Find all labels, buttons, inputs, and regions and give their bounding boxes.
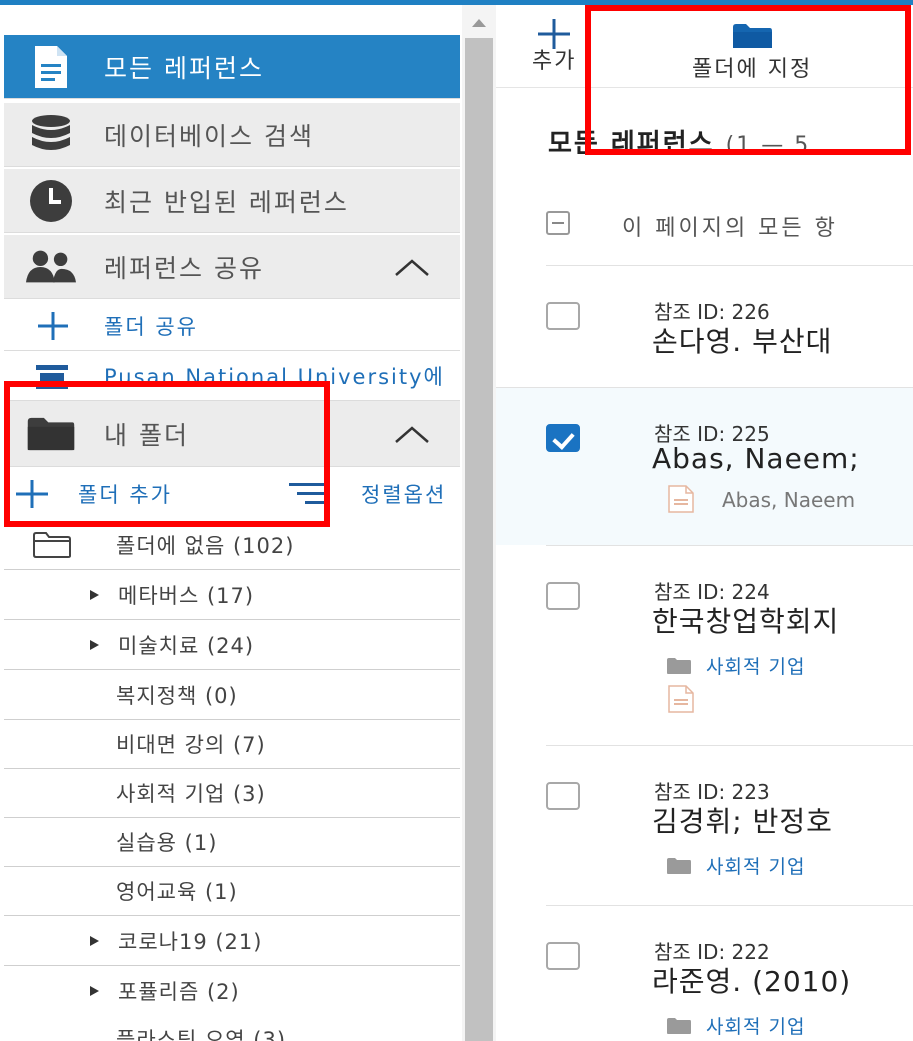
reference-checkbox[interactable] <box>546 424 582 452</box>
reference-item[interactable]: 참조 ID: 226 손다영. 부산대 <box>546 265 913 387</box>
folder-label: 포퓰리즘 (2) <box>118 980 240 1004</box>
folder-item[interactable]: 메타버스 (17) <box>4 571 460 620</box>
checkbox-empty-icon <box>546 782 580 810</box>
nav-share-references[interactable]: 레퍼런스 공유 <box>4 235 460 299</box>
nav-database-search[interactable]: 데이터베이스 검색 <box>4 103 460 167</box>
main-panel: 추가 폴더에 지정 모든 레퍼런스 (1 — 5 이 페이지의 모든 항 참조 … <box>496 5 913 1041</box>
reference-item[interactable]: 참조 ID: 224 한국창업학회지 사회적 기업 <box>546 545 913 745</box>
reference-checkbox[interactable] <box>546 582 582 610</box>
reference-title[interactable]: Abas, Naeem; <box>652 442 860 475</box>
clock-icon <box>26 176 76 226</box>
folder-label: 미술치료 (24) <box>118 634 255 658</box>
folder-item[interactable]: 미술치료 (24) <box>4 621 460 670</box>
checkbox-empty-icon <box>546 582 580 610</box>
expand-triangle-icon[interactable] <box>90 986 99 996</box>
reference-title[interactable]: 손다영. 부산대 <box>652 320 832 360</box>
folder-outline-icon <box>33 532 71 558</box>
folder-icon <box>667 1017 691 1034</box>
nav-label: 레퍼런스 공유 <box>104 253 264 283</box>
scrollbar-thumb[interactable] <box>465 38 493 1041</box>
chevron-up-icon[interactable] <box>394 257 430 277</box>
folder-item[interactable]: 코로나19 (21) <box>4 917 460 966</box>
folder-tag-label: 사회적 기업 <box>706 856 806 878</box>
folder-label: 코로나19 (21) <box>118 930 263 954</box>
folder-label: 폴더에 없음 (102) <box>116 534 295 558</box>
reference-item[interactable]: 참조 ID: 223 김경휘; 반정호 사회적 기업 <box>546 745 913 905</box>
expand-triangle-icon[interactable] <box>90 936 99 946</box>
nav-recent-imports[interactable]: 최근 반입된 레퍼런스 <box>4 169 460 233</box>
folder-label: 영어교육 (1) <box>116 880 238 904</box>
folder-item[interactable]: 복지정책 (0) <box>4 671 460 720</box>
folder-icon <box>667 657 691 674</box>
folder-item[interactable]: 비대면 강의 (7) <box>4 720 460 769</box>
sort-options-label: 정렬옵션 <box>361 483 447 507</box>
reference-title[interactable]: 김경휘; 반정호 <box>652 800 833 840</box>
reference-folder-tag[interactable]: 사회적 기업 <box>666 652 805 679</box>
folder-item[interactable]: 사회적 기업 (3) <box>4 769 460 818</box>
nav-label: 최근 반입된 레퍼런스 <box>104 187 349 217</box>
folder-item[interactable]: 실습용 (1) <box>4 818 460 867</box>
reference-item[interactable]: 참조 ID: 225 Abas, Naeem; Abas, Naeem <box>496 387 913 545</box>
checkbox-empty-icon <box>546 942 580 970</box>
reference-title[interactable]: 라준영. (2010) <box>652 960 851 1000</box>
chevron-up-icon[interactable] <box>394 424 430 444</box>
attachment-doc-icon[interactable] <box>666 484 696 514</box>
folder-label: 사회적 기업 (3) <box>116 782 266 806</box>
attachment-doc-icon[interactable] <box>666 684 696 714</box>
reference-title[interactable]: 한국창업학회지 <box>652 600 839 640</box>
folder-item[interactable]: 포퓰리즘 (2) <box>4 967 460 1016</box>
add-button[interactable]: 추가 <box>532 19 576 75</box>
app-window: 모든 레퍼런스 데이터베이스 검색 최근 반입된 레퍼런스 레퍼런스 공유 폴더… <box>0 0 913 1041</box>
share-folder-label: 폴더 공유 <box>104 314 198 339</box>
attachment-author: Abas, Naeem <box>722 488 856 512</box>
checkbox-empty-icon <box>546 302 580 330</box>
folder-icon <box>667 857 691 874</box>
folder-item[interactable]: 폴더에 없음 (102) <box>4 521 460 570</box>
nav-label: 모든 레퍼런스 <box>104 53 264 83</box>
reference-checkbox[interactable] <box>546 302 582 330</box>
reference-checkbox[interactable] <box>546 782 582 810</box>
nav-all-references[interactable]: 모든 레퍼런스 <box>4 35 460 99</box>
database-icon <box>26 110 76 160</box>
folder-label: 비대면 강의 (7) <box>116 733 266 757</box>
checkbox-checked-icon <box>546 424 580 452</box>
select-all-label: 이 페이지의 모든 항 <box>622 216 838 241</box>
expand-triangle-icon[interactable] <box>90 640 99 650</box>
select-all-checkbox[interactable] <box>546 211 570 235</box>
folder-label: 복지정책 (0) <box>116 684 238 708</box>
add-label: 추가 <box>532 49 577 74</box>
reference-item[interactable]: 참조 ID: 222 라준영. (2010) 사회적 기업 <box>546 905 913 1041</box>
folder-item[interactable]: 플라스틱 오염 (3) <box>4 1015 460 1041</box>
reference-checkbox[interactable] <box>546 942 582 970</box>
document-icon <box>26 42 76 92</box>
folder-label: 메타버스 (17) <box>118 584 255 608</box>
nav-label: 데이터베이스 검색 <box>104 121 314 151</box>
highlight-box-my-folders <box>4 381 330 527</box>
reference-folder-tag[interactable]: 사회적 기업 <box>666 1012 805 1039</box>
folder-item[interactable]: 영어교육 (1) <box>4 867 460 916</box>
expand-triangle-icon[interactable] <box>90 590 99 600</box>
share-folder-link[interactable]: 폴더 공유 <box>4 301 460 351</box>
folder-label: 플라스틱 오염 (3) <box>116 1028 287 1041</box>
users-icon <box>26 242 76 292</box>
folder-tag-label: 사회적 기업 <box>706 1016 806 1038</box>
plus-icon <box>38 311 68 340</box>
folder-tag-label: 사회적 기업 <box>706 656 806 678</box>
sidebar-scrollbar[interactable] <box>462 5 496 1041</box>
reference-folder-tag[interactable]: 사회적 기업 <box>666 852 805 879</box>
highlight-box-assign-folder <box>585 5 911 155</box>
folder-label: 실습용 (1) <box>116 831 218 855</box>
scroll-up-arrow-icon[interactable] <box>472 19 486 27</box>
